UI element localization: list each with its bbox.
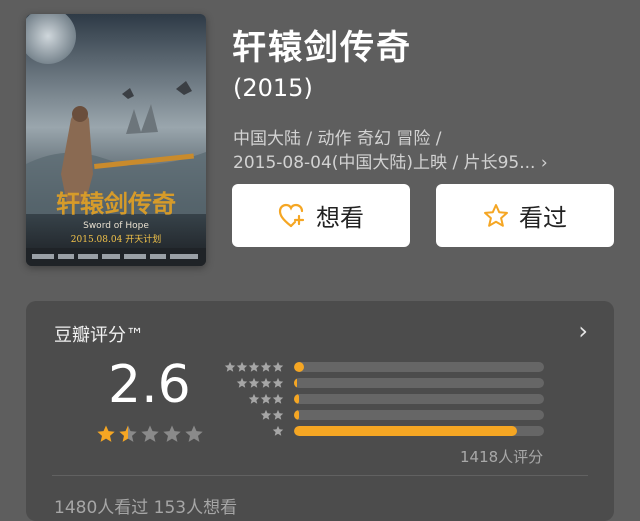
divider bbox=[52, 475, 588, 476]
heart-plus-icon bbox=[278, 203, 305, 227]
rating-bar-stars bbox=[222, 409, 284, 421]
rating-label: 豆瓣评分™ bbox=[54, 325, 144, 346]
movie-poster[interactable]: 轩辕剑传奇 Sword of Hope 2015.08.04 开天计划 bbox=[26, 14, 206, 266]
small-star-icon bbox=[272, 361, 284, 372]
small-star-icon bbox=[272, 409, 284, 420]
rating-bar-fill bbox=[294, 378, 297, 388]
small-star-icon bbox=[260, 361, 272, 372]
rating-bar-fill bbox=[294, 394, 299, 404]
rating-bar-row-4 bbox=[222, 375, 544, 391]
want-to-watch-label: 想看 bbox=[316, 204, 364, 232]
rating-star-icon bbox=[119, 425, 137, 442]
rating-star-icon bbox=[163, 425, 181, 442]
poster-english-title: Sword of Hope bbox=[83, 221, 149, 231]
rating-bar-fill bbox=[294, 362, 304, 372]
watched-button[interactable]: 看过 bbox=[436, 184, 614, 247]
rating-bar-stars bbox=[222, 393, 284, 405]
chevron-right-icon[interactable]: › bbox=[578, 319, 588, 343]
rating-bar-track bbox=[294, 378, 544, 388]
rating-bar-row-5 bbox=[222, 359, 544, 375]
want-to-watch-button[interactable]: 想看 bbox=[232, 184, 410, 247]
rating-star-icon bbox=[141, 425, 159, 442]
small-star-icon bbox=[236, 361, 248, 372]
small-star-icon bbox=[248, 393, 260, 404]
rating-star-icon bbox=[185, 425, 203, 442]
poster-date: 2015.08.04 开天计划 bbox=[71, 233, 161, 245]
movie-poster-image: 轩辕剑传奇 Sword of Hope 2015.08.04 开天计划 bbox=[26, 14, 206, 266]
rating-card[interactable]: 豆瓣评分™ › 2.6 1418人评分 1480人看过 153人想看 bbox=[26, 301, 614, 521]
rating-bar-fill bbox=[294, 410, 299, 420]
rating-distribution bbox=[222, 359, 544, 439]
rating-bar-row-3 bbox=[222, 391, 544, 407]
rating-star-icon bbox=[97, 425, 115, 442]
small-star-icon bbox=[260, 377, 272, 388]
rating-bar-row-2 bbox=[222, 407, 544, 423]
small-star-icon bbox=[248, 377, 260, 388]
poster-title-art: 轩辕剑传奇 bbox=[56, 189, 176, 218]
watch-stats: 1480人看过 153人想看 bbox=[54, 498, 238, 518]
rating-bar-stars bbox=[222, 361, 284, 373]
rating-bar-stars bbox=[222, 377, 284, 389]
small-star-icon bbox=[260, 393, 272, 404]
rating-bar-track bbox=[294, 362, 544, 372]
movie-meta-line2[interactable]: 2015-08-04(中国大陆)上映 / 片长95... › bbox=[233, 148, 613, 173]
small-star-icon bbox=[248, 361, 260, 372]
small-star-icon bbox=[272, 393, 284, 404]
rating-bar-stars bbox=[222, 425, 284, 437]
small-star-icon bbox=[272, 377, 284, 388]
watched-label: 看过 bbox=[519, 204, 567, 232]
rating-bar-track bbox=[294, 426, 544, 436]
star-outline-icon bbox=[484, 203, 508, 227]
rating-bar-track bbox=[294, 394, 544, 404]
movie-title: 轩辕剑传奇 bbox=[232, 28, 412, 68]
small-star-icon bbox=[260, 409, 272, 420]
small-star-icon bbox=[224, 361, 236, 372]
movie-year: (2015) bbox=[233, 74, 313, 102]
average-star-rating bbox=[96, 424, 204, 444]
small-star-icon bbox=[272, 425, 284, 436]
rating-score: 2.6 bbox=[108, 355, 191, 415]
movie-meta-line1: 中国大陆 / 动作 奇幻 冒险 / bbox=[233, 129, 442, 149]
rating-bar-row-1 bbox=[222, 423, 544, 439]
rating-count: 1418人评分 bbox=[460, 448, 544, 466]
rating-bar-track bbox=[294, 410, 544, 420]
rating-bar-fill bbox=[294, 426, 517, 436]
small-star-icon bbox=[236, 377, 248, 388]
